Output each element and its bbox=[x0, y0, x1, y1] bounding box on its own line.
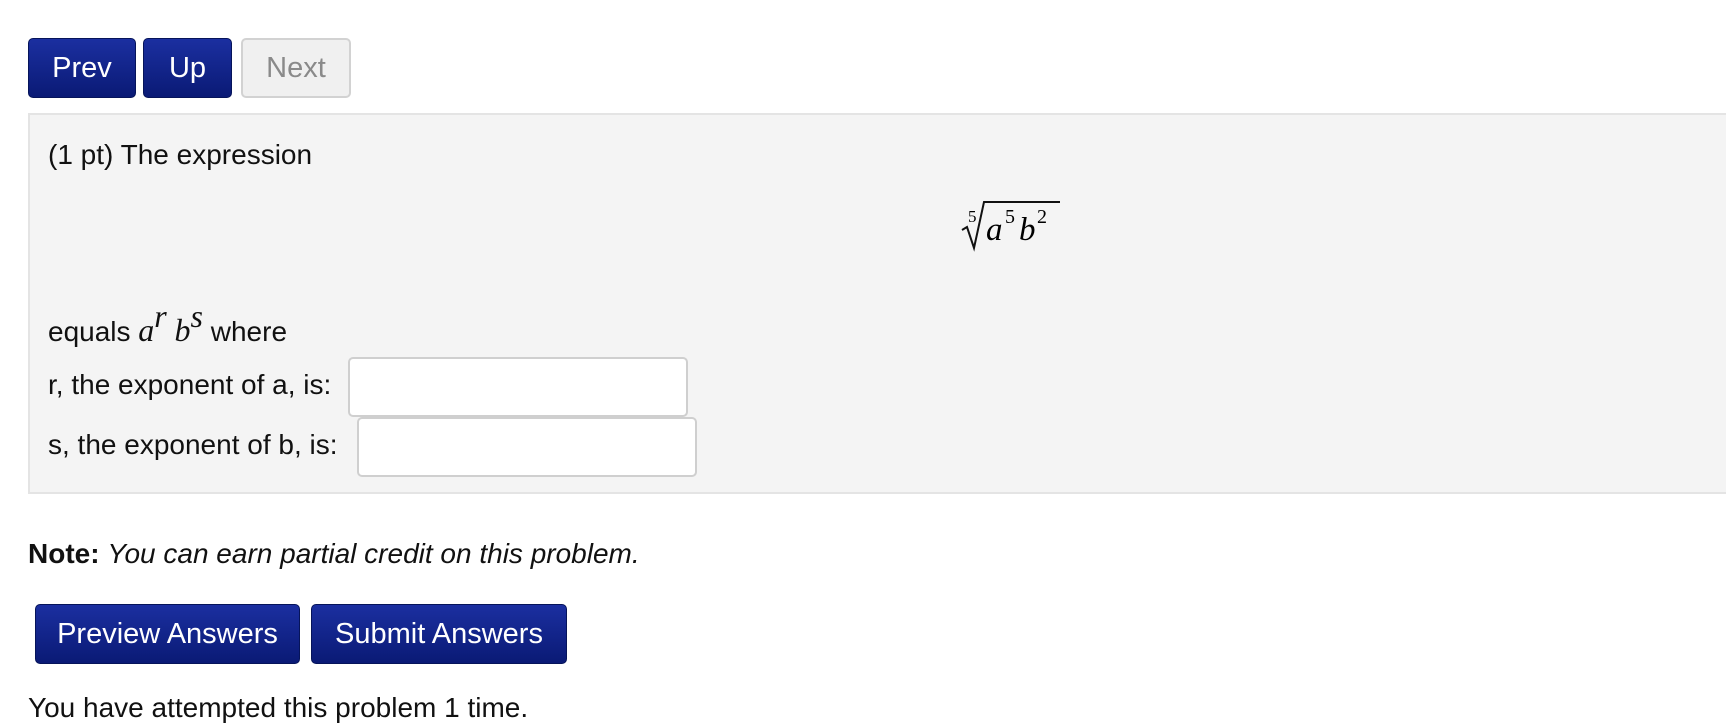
problem-nav: Prev Up Next bbox=[28, 38, 351, 98]
preview-answers-button[interactable]: Preview Answers bbox=[35, 604, 300, 664]
note-text: You can earn partial credit on this prob… bbox=[107, 538, 640, 569]
problem-intro: (1 pt) The expression bbox=[48, 139, 313, 170]
note-label: Note: bbox=[28, 538, 100, 569]
equals-exp-s: s bbox=[190, 298, 203, 334]
equals-exp-r: r bbox=[154, 298, 167, 334]
partial-credit-note: Note: You can earn partial credit on thi… bbox=[28, 538, 640, 570]
prev-button[interactable]: Prev bbox=[28, 38, 136, 98]
equals-prefix: equals bbox=[48, 316, 131, 347]
problem-page: Prev Up Next (1 pt) The expression 5 a 5… bbox=[0, 0, 1726, 724]
equals-suffix: where bbox=[210, 316, 288, 347]
s-exponent-label: s, the exponent of b, is: bbox=[48, 429, 338, 460]
radical-index: 5 bbox=[968, 207, 977, 226]
up-button[interactable]: Up bbox=[143, 38, 232, 98]
equals-base-b: b bbox=[174, 312, 191, 348]
r-exponent-input[interactable] bbox=[348, 357, 688, 417]
r-exponent-label: r, the exponent of a, is: bbox=[48, 369, 332, 400]
radical-base-b: b bbox=[1019, 212, 1036, 248]
equals-statement: equals ar bs where bbox=[48, 300, 288, 349]
problem-panel: (1 pt) The expression 5 a 5 b 2 equals a… bbox=[28, 113, 1726, 494]
radical-base-a: a bbox=[986, 212, 1003, 248]
radical-expression: 5 a 5 b 2 bbox=[961, 201, 1060, 252]
answer-actions: Preview Answers Submit Answers bbox=[35, 604, 567, 664]
equals-base-a: a bbox=[138, 312, 155, 348]
attempts-message: You have attempted this problem 1 time. bbox=[28, 692, 529, 723]
submit-answers-button[interactable]: Submit Answers bbox=[311, 604, 567, 664]
next-button: Next bbox=[241, 38, 351, 98]
radical-exp-b: 2 bbox=[1037, 206, 1047, 228]
s-exponent-input[interactable] bbox=[357, 417, 697, 477]
radical-exp-a: 5 bbox=[1005, 206, 1015, 228]
